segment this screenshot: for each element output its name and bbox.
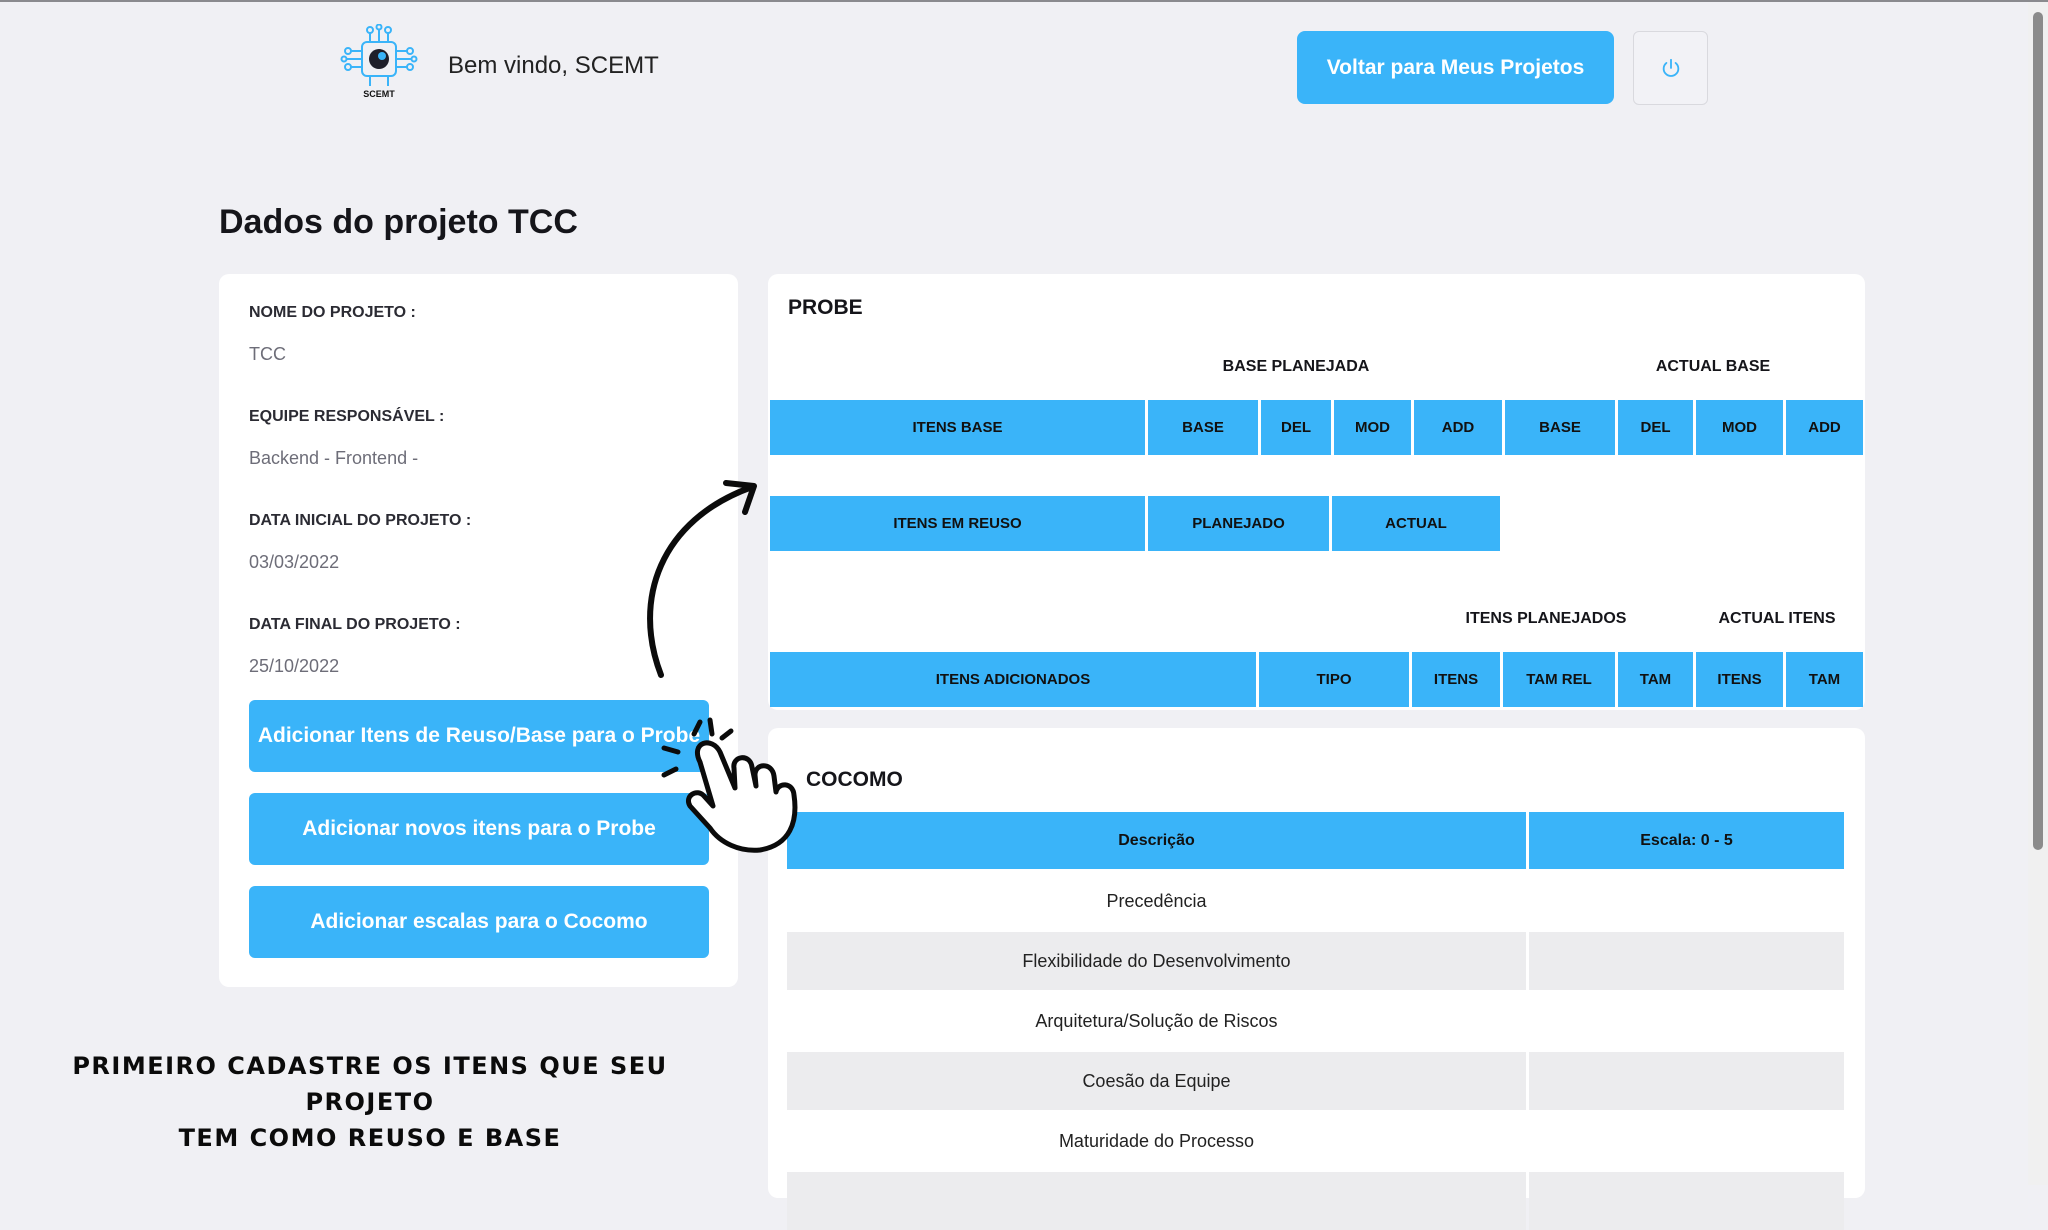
header-mod-actual: MOD bbox=[1696, 400, 1783, 455]
annotation-line-1: Primeiro cadastre os itens que seu proje… bbox=[72, 1052, 668, 1116]
planned-items-group-label: ITENS PLANEJADOS bbox=[1465, 610, 1627, 627]
logout-button[interactable] bbox=[1633, 31, 1708, 105]
back-to-projects-button[interactable]: Voltar para Meus Projetos bbox=[1297, 31, 1614, 104]
row-scale[interactable] bbox=[1529, 1112, 1844, 1170]
add-reuse-base-items-button[interactable]: Adicionar Itens de Reuso/Base para o Pro… bbox=[249, 700, 709, 772]
annotation-line-2: tem como reuso e base bbox=[178, 1124, 562, 1152]
row-scale[interactable] bbox=[1529, 872, 1844, 930]
header-del-planned: DEL bbox=[1261, 400, 1331, 455]
project-name-value: TCC bbox=[249, 344, 286, 364]
power-icon bbox=[1662, 58, 1679, 77]
end-date-value: 25/10/2022 bbox=[249, 656, 340, 676]
header-actual: ACTUAL bbox=[1332, 496, 1500, 551]
window-top-border bbox=[0, 0, 2048, 2]
base-planned-group-label: BASE PLANEJADA bbox=[1222, 358, 1370, 375]
row-description: Arquitetura/Solução de Riscos bbox=[1035, 1010, 1278, 1031]
header-itens-base: ITENS BASE bbox=[770, 400, 1145, 455]
cocomo-title: COCOMO bbox=[806, 768, 903, 791]
header-tam-rel: TAM REL bbox=[1503, 652, 1615, 707]
header-itens-actual: ITENS bbox=[1696, 652, 1783, 707]
header-del-actual: DEL bbox=[1618, 400, 1693, 455]
table-row: Maturidade do Processo bbox=[787, 1112, 1844, 1170]
header-planejado: PLANEJADO bbox=[1148, 496, 1329, 551]
scrollbar-thumb[interactable] bbox=[2033, 12, 2043, 850]
table-row: Arquitetura/Solução de Riscos bbox=[787, 992, 1844, 1050]
vertical-scrollbar[interactable] bbox=[2028, 2, 2048, 1185]
tutorial-annotation: Primeiro cadastre os itens que seu proje… bbox=[30, 1048, 710, 1156]
header-tipo: TIPO bbox=[1259, 652, 1409, 707]
actual-items-group-label: ACTUAL ITENS bbox=[1718, 610, 1836, 627]
header-base-planned: BASE bbox=[1148, 400, 1258, 455]
cocomo-card: COCOMO Descrição Escala: 0 - 5 Precedênc… bbox=[768, 728, 1865, 1230]
row-scale[interactable] bbox=[1529, 1052, 1844, 1110]
end-date-label: DATA FINAL DO PROJETO : bbox=[249, 616, 461, 633]
header-add-planned: ADD bbox=[1414, 400, 1502, 455]
logo: SCEMT bbox=[340, 23, 418, 104]
add-cocomo-scales-button[interactable]: Adicionar escalas para o Cocomo bbox=[249, 886, 709, 958]
row-description: Coesão da Equipe bbox=[787, 1052, 1526, 1110]
row-description: Maturidade do Processo bbox=[1058, 1130, 1255, 1151]
row-scale[interactable] bbox=[1529, 992, 1844, 1050]
header-escala: Escala: 0 - 5 bbox=[1529, 812, 1844, 869]
svg-text:SCEMT: SCEMT bbox=[363, 89, 395, 99]
row-description: Flexibilidade do Desenvolvimento bbox=[787, 932, 1526, 990]
header-tam-actual: TAM bbox=[1786, 652, 1863, 707]
start-date-label: DATA INICIAL DO PROJETO : bbox=[249, 512, 472, 529]
row-description-empty bbox=[787, 1172, 1526, 1230]
actual-base-group-label: ACTUAL BASE bbox=[1655, 358, 1771, 375]
start-date-value: 03/03/2022 bbox=[249, 552, 340, 572]
welcome-text: Bem vindo, SCEMT bbox=[448, 52, 659, 79]
probe-title: PROBE bbox=[788, 296, 863, 319]
row-description: Precedência bbox=[1106, 890, 1207, 911]
table-row: Precedência bbox=[787, 872, 1844, 930]
table-row: Coesão da Equipe bbox=[787, 1052, 1844, 1110]
row-scale-empty bbox=[1529, 1172, 1844, 1230]
header-mod-planned: MOD bbox=[1334, 400, 1411, 455]
project-name-label: NOME DO PROJETO : bbox=[249, 304, 416, 321]
add-new-items-button[interactable]: Adicionar novos itens para o Probe bbox=[249, 793, 709, 865]
project-info-card: NOME DO PROJETO : TCC EQUIPE RESPONSÁVEL… bbox=[219, 274, 738, 987]
header-tam-planned: TAM bbox=[1618, 652, 1693, 707]
header-itens-planned: ITENS bbox=[1412, 652, 1500, 707]
page-title: Dados do projeto TCC bbox=[219, 203, 578, 241]
row-scale[interactable] bbox=[1529, 932, 1844, 990]
table-row bbox=[787, 1172, 1844, 1230]
table-row: Flexibilidade do Desenvolvimento bbox=[787, 932, 1844, 990]
team-value: Backend - Frontend - bbox=[249, 448, 419, 468]
probe-card: PROBE BASE PLANEJADA ACTUAL BASE ITENS B… bbox=[768, 274, 1865, 710]
team-label: EQUIPE RESPONSÁVEL : bbox=[249, 408, 445, 425]
header-itens-em-reuso: ITENS EM REUSO bbox=[770, 496, 1145, 551]
header-base-actual: BASE bbox=[1505, 400, 1615, 455]
header-add-actual: ADD bbox=[1786, 400, 1863, 455]
header-itens-adicionados: ITENS ADICIONADOS bbox=[770, 652, 1256, 707]
header-descricao: Descrição bbox=[787, 812, 1526, 869]
